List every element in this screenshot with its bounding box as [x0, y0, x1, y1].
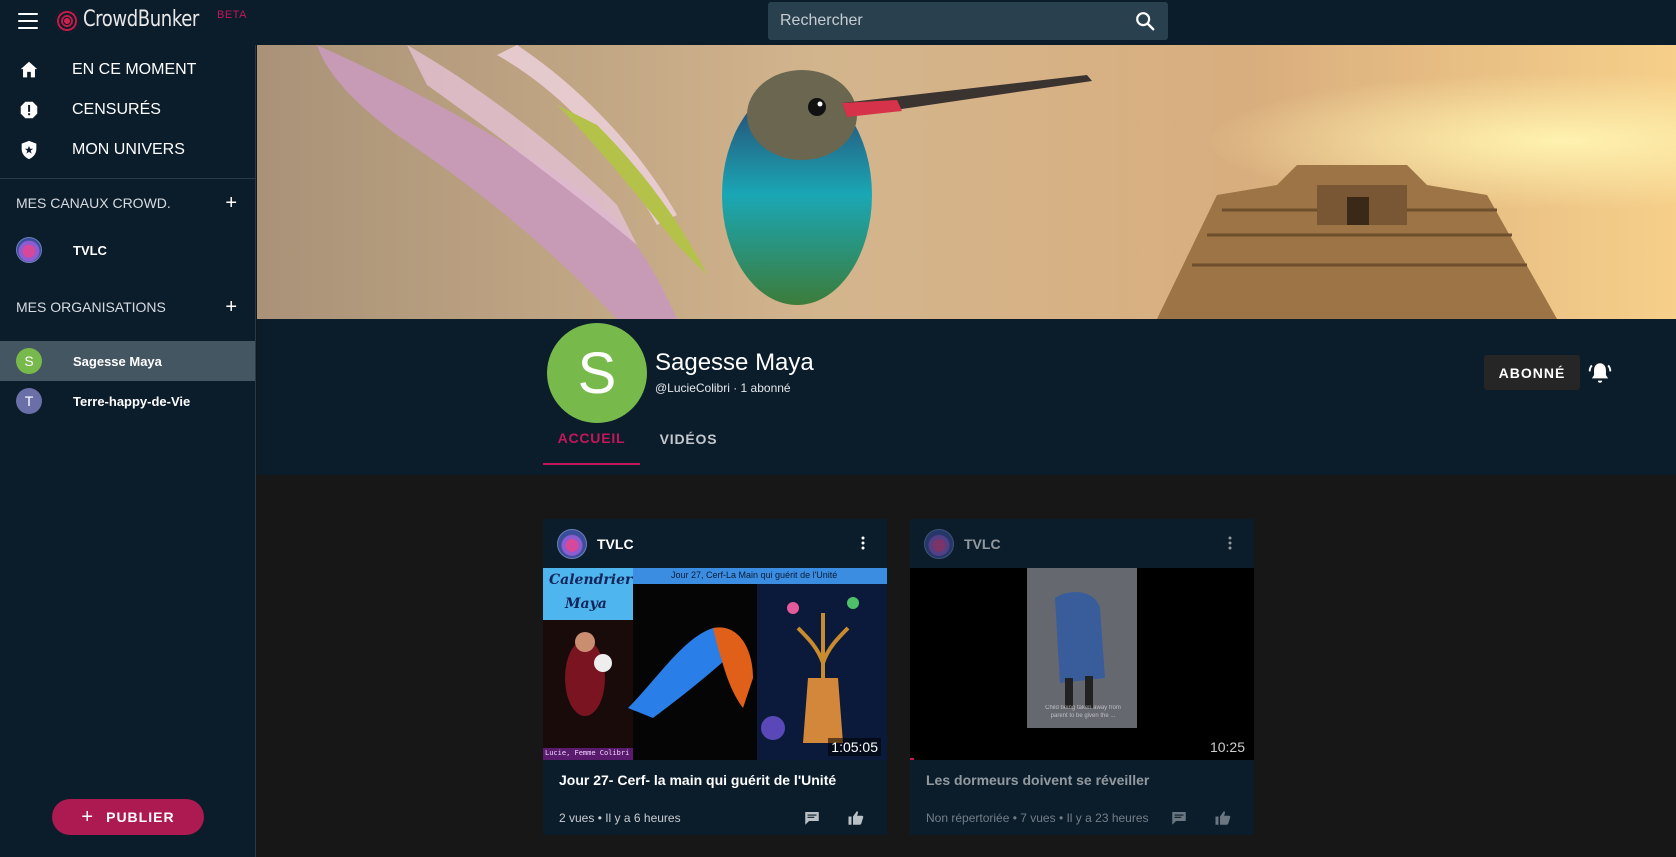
channel-banner [257, 45, 1676, 319]
video-meta: Non répertoriée • 7 vues • Il y a 23 heu… [926, 811, 1149, 825]
thumb-caption: Jour 27, Cerf-La Main qui guérit de l'Un… [671, 570, 838, 580]
channel-header: S Sagesse Maya @LucieColibri · 1 abonné … [257, 319, 1676, 475]
subscribed-button[interactable]: ABONNÉ [1484, 355, 1580, 390]
publish-button[interactable]: + PUBLIER [52, 799, 204, 835]
avatar[interactable] [557, 528, 587, 559]
video-title[interactable]: Jour 27- Cerf- la main qui guérit de l'U… [543, 760, 887, 808]
hummingbird-banner-image [257, 45, 1676, 319]
beta-badge: BETA [217, 9, 247, 21]
video-card[interactable]: TVLC Calendrier Maya Jour 27, Cerf-La Ma… [543, 519, 887, 835]
video-meta: 2 vues • Il y a 6 heures [559, 811, 681, 825]
avatar: T [16, 388, 42, 414]
comment-icon[interactable] [1170, 809, 1188, 827]
video-thumbnail[interactable]: Calendrier Maya Jour 27, Cerf-La Main qu… [543, 568, 887, 760]
thumb-heading-2: Maya [565, 596, 607, 612]
org-label: Sagesse Maya [73, 353, 162, 369]
channel-label: TVLC [73, 242, 107, 258]
org-item-terre-happy-de-vie[interactable]: T Terre-happy-de-Vie [0, 381, 255, 421]
search-bar [768, 2, 1168, 40]
nav-label: CENSURÉS [72, 101, 161, 118]
children-video-thumbnail-image [910, 568, 1254, 760]
avatar: S [16, 348, 42, 374]
card-channel-name[interactable]: TVLC [597, 536, 634, 552]
card-actions [803, 809, 865, 827]
nav-label: MON UNIVERS [72, 141, 185, 158]
orgs-heading: MES ORGANISATIONS [16, 299, 166, 315]
thumbs-up-icon[interactable] [847, 809, 865, 827]
tab-videos[interactable]: VIDÉOS [640, 413, 737, 465]
video-thumbnail[interactable]: Child being taken away from parent to be… [910, 568, 1254, 760]
channel-avatar: S [547, 323, 647, 423]
card-actions [1170, 809, 1232, 827]
menu-icon[interactable] [18, 13, 38, 29]
video-card[interactable]: TVLC Child being taken away from parent … [910, 519, 1254, 835]
notification-bell-icon[interactable] [1587, 360, 1613, 386]
shield-star-icon [21, 140, 37, 160]
add-channel-button[interactable]: + [225, 193, 237, 213]
nav-item-my-universe[interactable]: MON UNIVERS [0, 130, 255, 170]
video-title[interactable]: Les dormeurs doivent se réveiller [910, 760, 1254, 808]
thumbs-up-icon[interactable] [1214, 809, 1232, 827]
logo[interactable]: CrowdBunker BETA [55, 7, 247, 33]
card-channel-name[interactable]: TVLC [964, 536, 1001, 552]
home-icon [20, 61, 38, 78]
publish-label: PUBLIER [106, 809, 175, 825]
channel-subtitle: @LucieColibri · 1 abonné [655, 381, 791, 395]
tab-home[interactable]: ACCUEIL [543, 413, 640, 465]
channel-item-tvlc[interactable]: TVLC [0, 227, 255, 273]
comment-icon[interactable] [803, 809, 821, 827]
nav-item-trending[interactable]: EN CE MOMENT [0, 50, 255, 90]
avatar [16, 237, 42, 263]
thumb-caption: Child being taken away from parent to be… [1045, 705, 1121, 719]
channels-section-header: MES CANAUX CROWD. + [0, 179, 255, 227]
nav-label: EN CE MOMENT [72, 61, 197, 78]
plus-icon: + [81, 805, 95, 828]
alert-icon [20, 101, 38, 119]
channels-heading: MES CANAUX CROWD. [16, 195, 171, 211]
video-duration: 10:25 [1209, 739, 1245, 755]
orgs-section-header: MES ORGANISATIONS + [0, 283, 255, 331]
more-vert-icon[interactable] [861, 536, 865, 550]
add-organisation-button[interactable]: + [225, 297, 237, 317]
thumb-heading-1: Calendrier [549, 572, 633, 588]
sidebar: EN CE MOMENT CENSURÉS MON UNIVERS MES CA… [0, 45, 256, 857]
card-header: TVLC [543, 519, 887, 568]
thumb-footer: Lucie, Femme Colibri [545, 749, 630, 757]
org-item-sagesse-maya[interactable]: S Sagesse Maya [0, 341, 255, 381]
top-bar: CrowdBunker BETA [0, 0, 1676, 45]
search-input[interactable] [780, 12, 1134, 30]
avatar[interactable] [924, 528, 954, 559]
logo-text: CrowdBunker [83, 7, 199, 32]
nav-item-censored[interactable]: CENSURÉS [0, 90, 255, 130]
more-vert-icon[interactable] [1228, 536, 1232, 550]
video-duration: 1:05:05 [828, 738, 881, 756]
channel-name: Sagesse Maya [655, 349, 814, 376]
globe-logo-icon [55, 9, 79, 33]
search-icon[interactable] [1134, 10, 1156, 32]
org-label: Terre-happy-de-Vie [73, 393, 191, 409]
card-header: TVLC [910, 519, 1254, 568]
